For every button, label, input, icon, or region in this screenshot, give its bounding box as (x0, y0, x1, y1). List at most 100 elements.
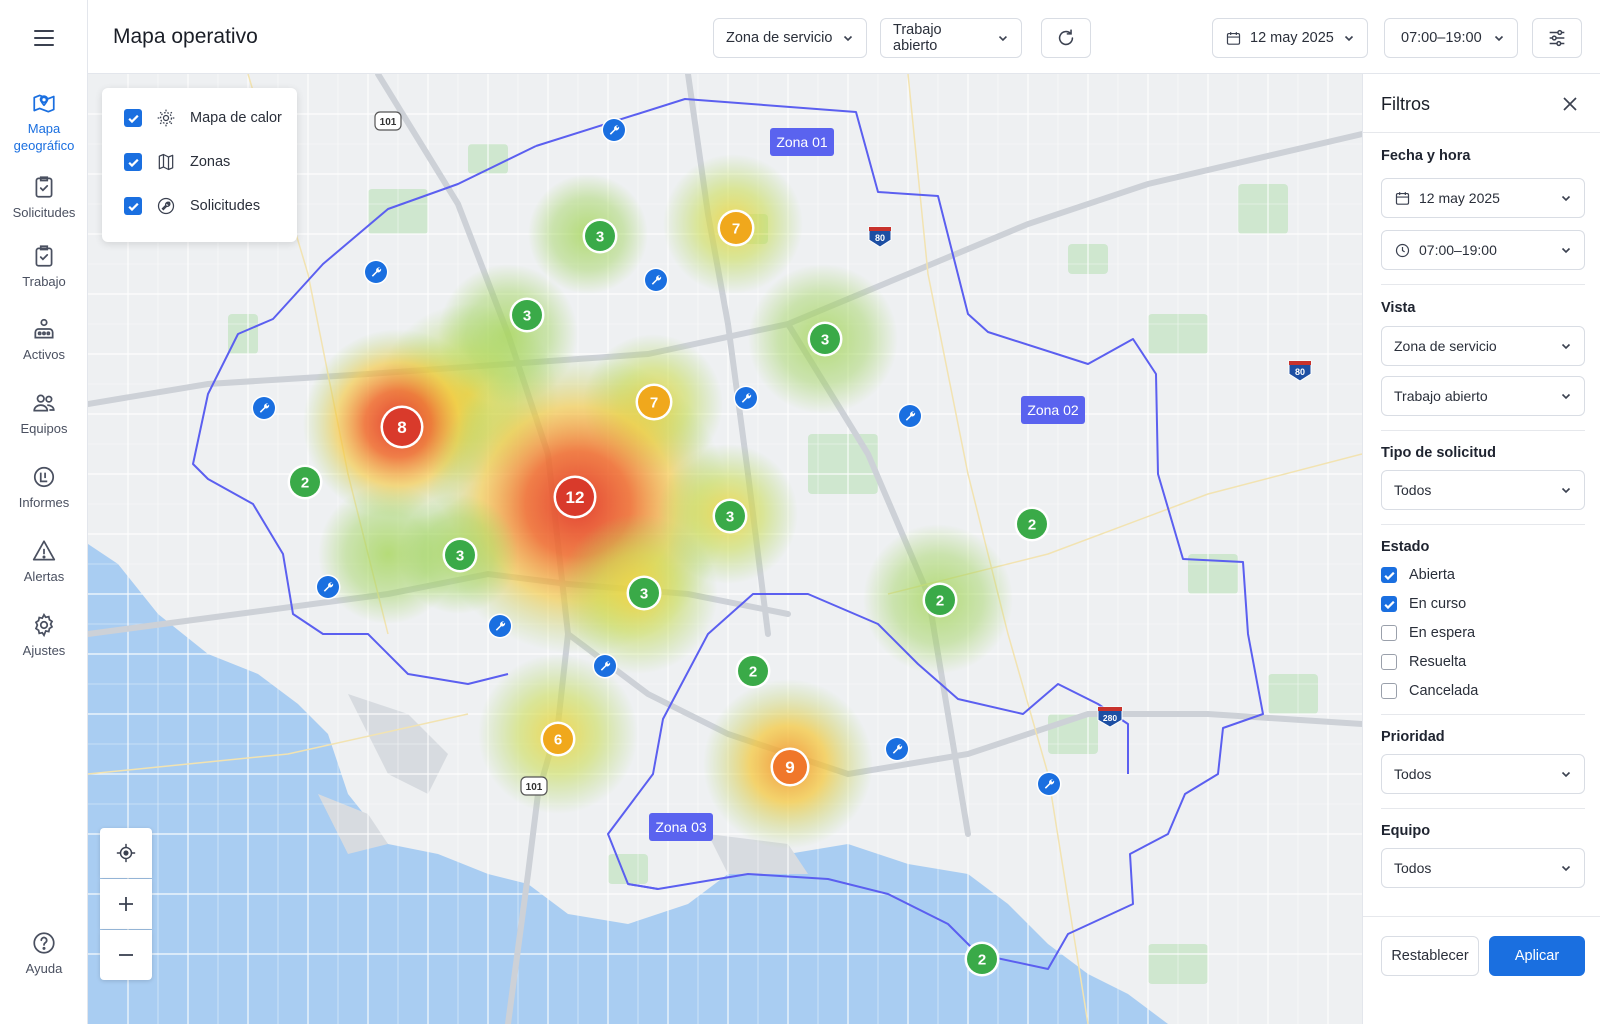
cluster-count: 2 (749, 664, 757, 681)
divider (1363, 132, 1600, 133)
status-option-on-hold[interactable]: En espera (1381, 622, 1475, 644)
request-cluster-marker[interactable]: 7 (717, 209, 755, 247)
chevron-down-icon (843, 35, 853, 42)
zone-label[interactable]: Zona 03 (649, 813, 713, 841)
checkbox-unchecked[interactable] (1381, 654, 1397, 670)
request-cluster-marker[interactable]: 9 (770, 747, 810, 787)
nav-item-reports[interactable]: Informes (0, 464, 88, 511)
time-select[interactable]: 07:00–19:00 (1384, 18, 1518, 58)
layer-toggle-requests[interactable]: Solicitudes (124, 195, 260, 217)
work-select[interactable]: Trabajo abierto (880, 18, 1022, 58)
request-cluster-marker[interactable]: 7 (635, 383, 673, 421)
layer-toggle-zones[interactable]: Zonas (124, 151, 230, 173)
checkbox-checked[interactable] (124, 109, 142, 127)
svg-text:Zona 02: Zona 02 (1027, 402, 1079, 418)
zone-select[interactable]: Zona de servicio (713, 18, 867, 58)
nav-item-teams[interactable]: Equipos (0, 390, 88, 437)
request-cluster-marker[interactable]: 6 (540, 721, 576, 757)
request-cluster-marker[interactable]: 2 (287, 464, 323, 500)
status-option-in-progress[interactable]: En curso (1381, 593, 1466, 615)
zoom-in-button[interactable] (100, 879, 152, 929)
filter-date-select[interactable]: 12 may 2025 (1381, 178, 1585, 218)
request-cluster-marker[interactable]: 3 (582, 218, 618, 254)
apply-button[interactable]: Aplicar (1489, 936, 1585, 976)
status-option-cancelled[interactable]: Cancelada (1381, 680, 1478, 702)
nav-item-settings[interactable]: Ajustes (0, 612, 88, 659)
request-cluster-marker[interactable]: 3 (442, 537, 478, 573)
wrench-marker[interactable] (315, 574, 341, 600)
refresh-button[interactable] (1041, 18, 1091, 58)
wrench-marker[interactable] (487, 613, 513, 639)
request-cluster-marker[interactable]: 2 (922, 582, 958, 618)
request-cluster-marker[interactable]: 2 (964, 941, 1000, 977)
zone-label[interactable]: Zona 01 (770, 128, 834, 156)
request-cluster-marker[interactable]: 3 (712, 498, 748, 534)
layer-toggle-heatmap[interactable]: Mapa de calor (124, 107, 282, 129)
hamburger-menu-icon[interactable] (28, 24, 60, 52)
locate-button[interactable] (100, 828, 152, 878)
cluster-count: 3 (523, 308, 531, 325)
map-pin-icon (33, 94, 55, 113)
filter-team-select[interactable]: Todos (1381, 848, 1585, 888)
checkbox-checked[interactable] (1381, 596, 1397, 612)
request-cluster-marker[interactable]: 8 (380, 405, 424, 449)
nav-item-work[interactable]: Trabajo (0, 243, 88, 290)
wrench-marker[interactable] (601, 117, 627, 143)
wrench-marker[interactable] (592, 653, 618, 679)
request-cluster-marker[interactable]: 12 (553, 475, 597, 519)
wrench-marker[interactable] (251, 395, 277, 421)
filter-zone-value: Zona de servicio (1394, 338, 1497, 354)
wrench-circle-icon (157, 197, 175, 215)
zone-label[interactable]: Zona 02 (1021, 396, 1085, 424)
wrench-marker[interactable] (1036, 771, 1062, 797)
cluster-count: 3 (640, 586, 648, 603)
zoom-out-button[interactable] (100, 930, 152, 980)
nav-item-assets[interactable]: Activos (0, 316, 88, 363)
nav-item-alerts[interactable]: Alertas (0, 538, 88, 585)
reset-button[interactable]: Restablecer (1381, 936, 1479, 976)
checkbox-checked[interactable] (1381, 567, 1397, 583)
cluster-count: 2 (1028, 517, 1036, 534)
nav-label-assets: Activos (23, 347, 65, 362)
checkbox-unchecked[interactable] (1381, 683, 1397, 699)
wrench-marker[interactable] (897, 403, 923, 429)
request-cluster-marker[interactable]: 3 (807, 321, 843, 357)
request-cluster-marker[interactable]: 3 (509, 297, 545, 333)
close-button[interactable] (1558, 92, 1582, 116)
status-label: En espera (1409, 625, 1476, 641)
filter-priority-select[interactable]: Todos (1381, 754, 1585, 794)
section-title-view: Vista (1381, 300, 1416, 316)
nav-item-help[interactable]: Ayuda (0, 930, 88, 977)
calendar-icon (1226, 31, 1241, 45)
filter-time-select[interactable]: 07:00–19:00 (1381, 230, 1585, 270)
checkbox-checked[interactable] (124, 197, 142, 215)
date-select[interactable]: 12 may 2025 (1212, 18, 1368, 58)
filter-settings-button[interactable] (1532, 18, 1582, 58)
cluster-count: 2 (936, 593, 944, 610)
status-option-open[interactable]: Abierta (1381, 564, 1455, 586)
status-option-resolved[interactable]: Resuelta (1381, 651, 1466, 673)
filter-date-value: 12 may 2025 (1419, 190, 1500, 206)
filter-work-select[interactable]: Trabajo abierto (1381, 376, 1585, 416)
map-zones-icon (158, 153, 174, 171)
wrench-marker[interactable] (363, 259, 389, 285)
filter-zone-select[interactable]: Zona de servicio (1381, 326, 1585, 366)
filter-type-select[interactable]: Todos (1381, 470, 1585, 510)
checkbox-checked[interactable] (124, 153, 142, 171)
nav-item-map[interactable]: Mapa geográfico (0, 90, 88, 154)
cluster-count: 3 (821, 332, 829, 349)
wrench-marker[interactable] (733, 385, 759, 411)
section-title-datetime: Fecha y hora (1381, 148, 1471, 164)
nav-label-settings: Ajustes (22, 643, 66, 658)
wrench-marker[interactable] (884, 736, 910, 762)
section-title-type: Tipo de solicitud (1381, 445, 1496, 461)
wrench-marker[interactable] (643, 267, 669, 293)
request-cluster-marker[interactable]: 3 (626, 575, 662, 611)
nav-item-requests[interactable]: Solicitudes (0, 174, 88, 221)
cluster-count: 2 (301, 475, 309, 492)
request-cluster-marker[interactable]: 2 (1014, 506, 1050, 542)
clock-icon (1395, 243, 1410, 257)
checkbox-unchecked[interactable] (1381, 625, 1397, 641)
briefcase-icon (35, 245, 53, 267)
request-cluster-marker[interactable]: 2 (735, 653, 771, 689)
